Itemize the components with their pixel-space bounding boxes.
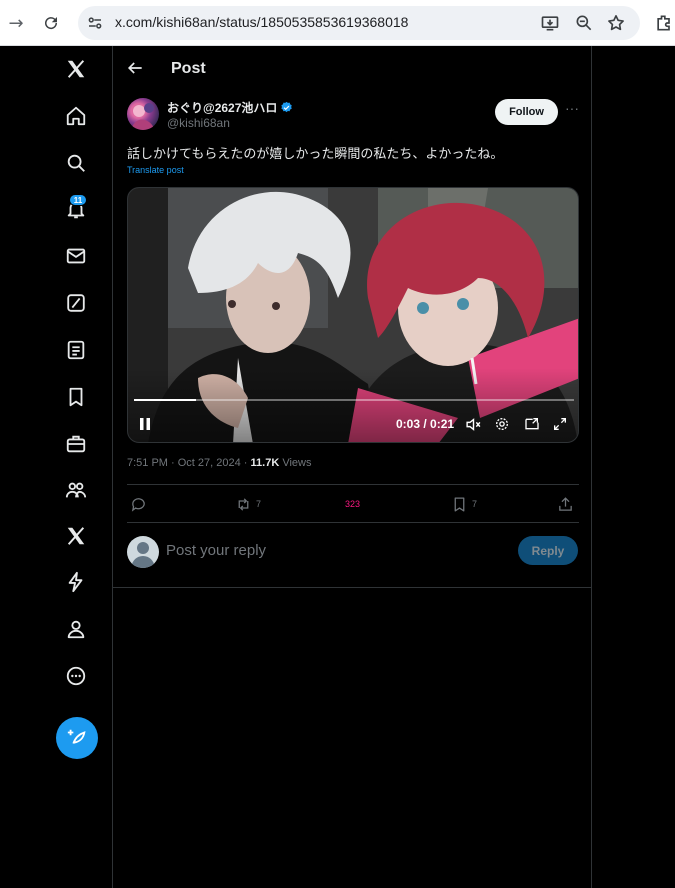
reply-input[interactable]: Post your reply <box>166 542 266 559</box>
translate-post-link[interactable]: Translate post <box>127 165 184 175</box>
current-user-avatar <box>127 536 159 568</box>
install-app-icon[interactable] <box>540 13 560 33</box>
zoom-icon[interactable] <box>574 13 594 33</box>
like-action[interactable]: 323 <box>345 494 360 514</box>
views-label: Views <box>279 457 312 469</box>
more-circle-icon[interactable] <box>62 662 90 690</box>
page-title: Post <box>171 60 206 77</box>
post-video[interactable]: 0:03 / 0:21 <box>127 187 579 443</box>
premium-x-icon[interactable] <box>62 522 90 550</box>
grok-icon[interactable] <box>62 289 90 317</box>
bookmark-icon <box>454 496 465 512</box>
sidebar-nav: 11 <box>0 46 112 888</box>
feather-plus-icon <box>67 729 86 744</box>
like-count: 323 <box>345 499 361 509</box>
views-count: 11.7K <box>250 457 280 469</box>
fullscreen-icon[interactable] <box>550 414 570 434</box>
more-options-icon[interactable]: ··· <box>562 100 582 120</box>
reply-button[interactable]: Reply <box>518 536 578 565</box>
display-name-text[interactable]: おぐり@2627池ハロ <box>167 99 277 116</box>
verified-orgs-lightning-icon[interactable] <box>62 568 90 596</box>
picture-in-picture-icon[interactable] <box>522 414 542 434</box>
back-arrow-icon[interactable] <box>125 58 145 78</box>
bookmark-action[interactable]: 7 <box>451 494 477 514</box>
video-time: 0:03 / 0:21 <box>396 417 455 431</box>
post-timestamp[interactable]: 7:51 PM · Oct 27, 2024 · <box>127 457 251 469</box>
lists-icon[interactable] <box>62 336 90 364</box>
reload-icon[interactable] <box>39 11 63 35</box>
divider-top <box>127 484 579 485</box>
share-icon <box>559 496 572 511</box>
forward-icon[interactable]: → <box>4 11 28 35</box>
browser-toolbar: → x.com/kishi68an/status/185053585361936… <box>0 0 675 46</box>
repost-icon <box>238 497 249 511</box>
reply-action[interactable] <box>130 494 147 514</box>
reply-bubble-icon <box>131 497 145 512</box>
bookmark-star-icon[interactable] <box>606 13 626 33</box>
repost-action[interactable]: 7 <box>235 494 261 514</box>
bookmarks-icon[interactable] <box>62 383 90 411</box>
mute-icon[interactable] <box>463 414 483 434</box>
x-logo-icon[interactable] <box>62 55 90 83</box>
search-icon[interactable] <box>62 149 90 177</box>
author-avatar[interactable] <box>127 98 159 130</box>
repost-count: 7 <box>256 499 262 509</box>
jobs-icon[interactable] <box>62 430 90 458</box>
post-metadata: 7:51 PM · Oct 27, 2024 · 11.7K Views <box>127 457 311 469</box>
settings-gear-icon[interactable] <box>492 414 512 434</box>
verified-badge-icon <box>281 101 293 113</box>
post-text: 話しかけてもらえたのが嬉しかった瞬間の私たち、よかったね。 <box>127 147 504 162</box>
video-progress-bar[interactable] <box>134 399 574 401</box>
home-icon[interactable] <box>62 102 90 130</box>
site-info-icon[interactable] <box>86 14 104 32</box>
notification-badge: 11 <box>69 194 87 206</box>
extensions-icon[interactable] <box>654 13 674 33</box>
profile-icon[interactable] <box>62 615 90 643</box>
follow-button[interactable]: Follow <box>495 99 558 125</box>
author-display-name[interactable]: おぐり@2627池ハロ <box>167 99 293 116</box>
post-detail-column: Post おぐり@2627池ハロ @kishi68an Follow ··· 話… <box>112 46 592 888</box>
video-progress-fill <box>134 399 196 401</box>
communities-icon[interactable] <box>62 476 90 504</box>
bookmark-count: 7 <box>472 499 478 509</box>
address-bar[interactable]: x.com/kishi68an/status/18505358536193680… <box>78 6 640 40</box>
video-frame-image <box>128 188 578 442</box>
post-header: Post <box>113 46 591 90</box>
compose-post-button[interactable] <box>56 717 98 759</box>
url-text[interactable]: x.com/kishi68an/status/18505358536193680… <box>115 14 408 30</box>
divider-reply <box>113 587 591 588</box>
author-handle[interactable]: @kishi68an <box>167 116 230 130</box>
pause-icon[interactable] <box>135 414 155 434</box>
divider-bottom <box>127 522 579 523</box>
share-action[interactable] <box>557 494 574 514</box>
messages-icon[interactable] <box>62 242 90 270</box>
